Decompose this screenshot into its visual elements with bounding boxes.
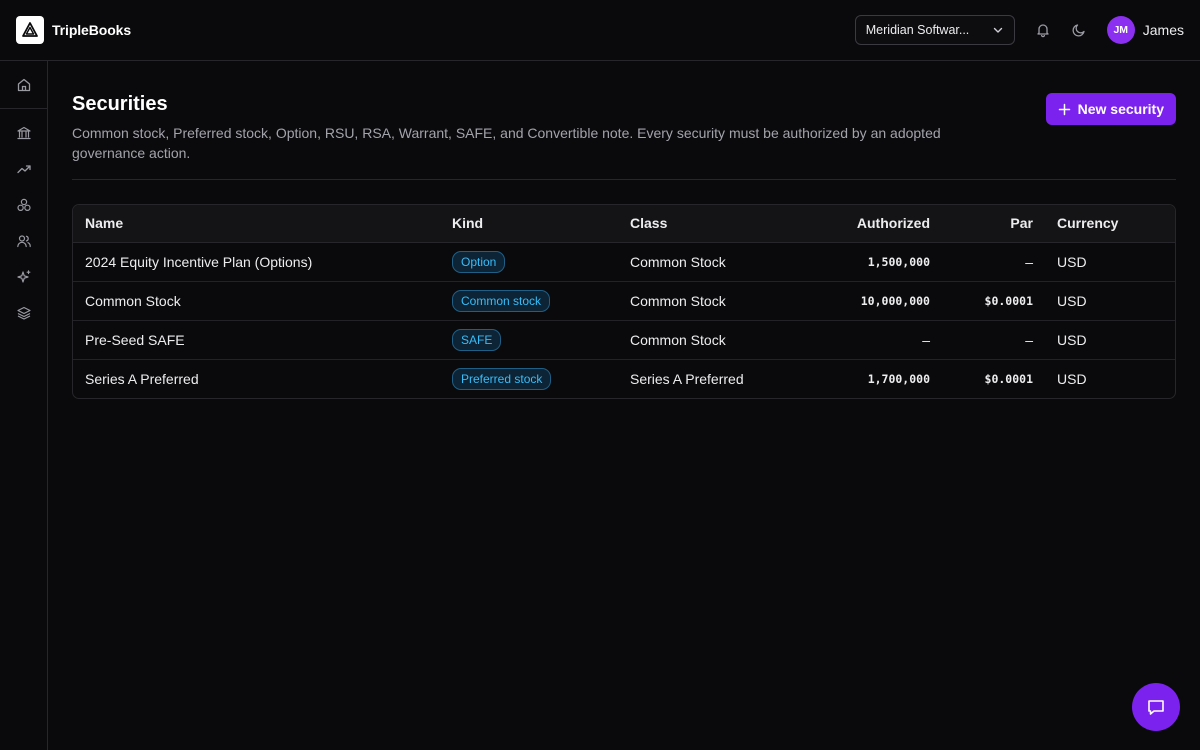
organization-select-value: Meridian Softwar...	[865, 23, 970, 37]
top-bar: TripleBooks Meridian Softwar... JM James	[0, 0, 1200, 61]
column-header-par[interactable]: Par	[942, 205, 1045, 243]
chevron-down-icon	[993, 27, 1002, 33]
column-header-class[interactable]: Class	[618, 205, 788, 243]
cell-kind: Common stock	[440, 281, 618, 321]
securities-table: Name Kind Class Authorized Par Currency …	[72, 204, 1176, 399]
user-name[interactable]: James	[1143, 22, 1184, 38]
chat-button[interactable]	[1132, 683, 1180, 731]
app-logo[interactable]	[16, 16, 44, 44]
new-security-button[interactable]: New security	[1045, 93, 1176, 125]
cell-currency: USD	[1045, 320, 1175, 360]
cell-kind: Preferred stock	[440, 359, 618, 398]
column-header-kind[interactable]: Kind	[440, 205, 618, 243]
main-content: Securities Common stock, Preferred stock…	[72, 93, 1176, 399]
cell-kind: SAFE	[440, 320, 618, 360]
table-row[interactable]: 2024 Equity Incentive Plan (Options) Opt…	[73, 242, 1175, 282]
cap-table-icon	[16, 198, 31, 212]
column-header-authorized[interactable]: Authorized	[788, 205, 942, 243]
cell-currency: USD	[1045, 242, 1175, 282]
app-name: TripleBooks	[52, 22, 132, 38]
table-header-row: Name Kind Class Authorized Par Currency	[73, 205, 1175, 243]
kind-badge: Preferred stock	[452, 367, 552, 390]
logo-icon	[22, 22, 38, 37]
column-header-name[interactable]: Name	[73, 205, 440, 243]
trending-up-icon	[16, 165, 31, 174]
plus-icon	[1058, 103, 1071, 116]
sidebar-item-home[interactable]	[0, 61, 47, 109]
cell-par: $0.0001	[942, 281, 1045, 321]
users-icon	[16, 235, 31, 248]
cell-par: –	[942, 320, 1045, 360]
sidebar-item-people[interactable]	[0, 223, 47, 259]
cell-name[interactable]: 2024 Equity Incentive Plan (Options)	[73, 242, 440, 282]
cell-authorized: 1,700,000	[867, 371, 930, 386]
organization-select[interactable]: Meridian Softwar...	[854, 15, 1015, 45]
cell-currency: USD	[1045, 281, 1175, 321]
column-header-currency[interactable]: Currency	[1045, 205, 1175, 243]
home-icon	[17, 78, 30, 91]
table-row[interactable]: Common Stock Common stock Common Stock 1…	[73, 281, 1175, 321]
sparkles-icon	[16, 270, 30, 283]
kind-badge: Common stock	[452, 289, 551, 312]
new-security-label: New security	[1077, 101, 1164, 117]
cell-name[interactable]: Series A Preferred	[73, 359, 440, 398]
bank-icon	[16, 126, 31, 140]
cell-class: Series A Preferred	[630, 370, 744, 387]
notifications-button[interactable]	[1029, 16, 1057, 44]
avatar[interactable]: JM	[1106, 16, 1135, 44]
chat-bubble-icon	[1148, 700, 1164, 715]
page-title: Securities	[72, 93, 168, 115]
kind-badge: SAFE	[452, 328, 502, 351]
cell-name[interactable]: Pre-Seed SAFE	[73, 320, 440, 360]
sidebar-item-bank[interactable]	[0, 115, 47, 151]
layers-icon	[16, 306, 31, 320]
table-row[interactable]: Pre-Seed SAFE SAFE Common Stock – – USD	[73, 320, 1175, 360]
sidebar-item-cap-table[interactable]	[0, 187, 47, 223]
sidebar	[0, 61, 48, 750]
bell-icon	[1037, 24, 1049, 38]
moon-icon	[1072, 24, 1085, 37]
cell-par: $0.0001	[984, 371, 1033, 386]
cell-class: Common Stock	[618, 242, 788, 282]
header-divider	[72, 179, 1176, 180]
table-row[interactable]: Series A Preferred Preferred stock Serie…	[73, 359, 1175, 398]
sidebar-item-trends[interactable]	[0, 151, 47, 187]
kind-badge: Option	[452, 250, 506, 273]
cell-currency: USD	[1057, 370, 1087, 387]
cell-name[interactable]: Common Stock	[73, 281, 440, 321]
page-description: Common stock, Preferred stock, Option, R…	[72, 125, 941, 161]
theme-toggle-button[interactable]	[1065, 16, 1093, 44]
cell-authorized: 10,000,000	[788, 281, 942, 321]
cell-class: Common Stock	[618, 320, 788, 360]
cell-par: –	[942, 242, 1045, 282]
cell-authorized: 1,500,000	[788, 242, 942, 282]
cell-kind: Option	[440, 242, 618, 282]
sidebar-item-ai[interactable]	[0, 259, 47, 295]
cell-authorized: –	[788, 320, 942, 360]
cell-class: Common Stock	[618, 281, 788, 321]
sidebar-item-layers[interactable]	[0, 295, 47, 331]
